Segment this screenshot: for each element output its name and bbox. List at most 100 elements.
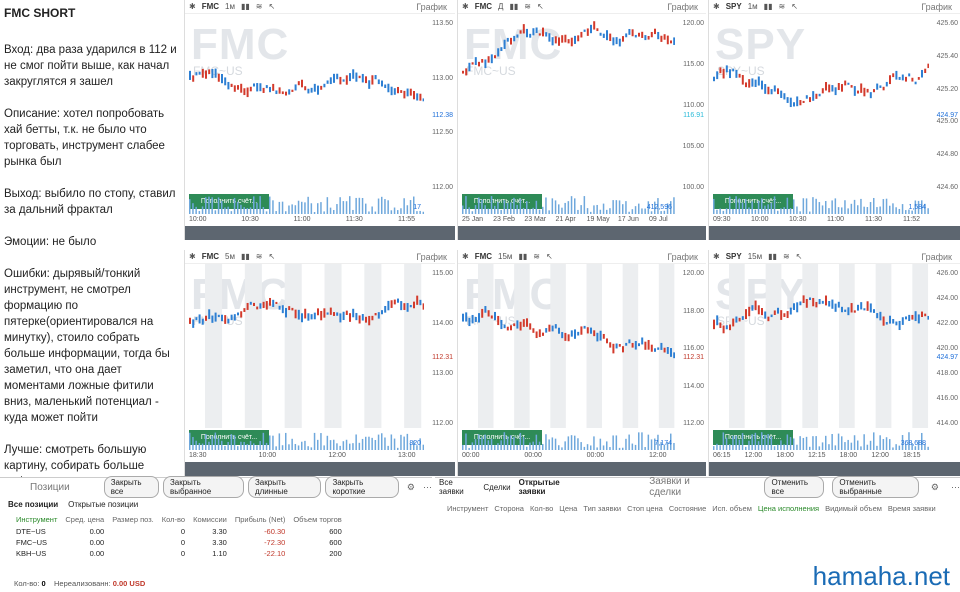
cancel-selected-button[interactable]: Отменить выбранные xyxy=(832,476,919,498)
close-selected-button[interactable]: Закрыть выбранное xyxy=(162,476,244,498)
column-header[interactable]: Цена исполнения xyxy=(758,504,819,513)
table-row[interactable]: DTE~US 0.00 0 3.30 -60.30 600 xyxy=(12,526,346,537)
candle xyxy=(422,303,424,310)
note-emotions: Эмоции: не было xyxy=(4,236,97,248)
volume-bar xyxy=(329,440,332,450)
column-header[interactable]: Сторона xyxy=(494,504,524,513)
indicators-icon[interactable]: ≋ xyxy=(533,252,540,261)
table-row[interactable]: KBH~US 0.00 0 1.10 -22.10 200 xyxy=(12,548,346,559)
volume-bar xyxy=(802,198,805,214)
cursor-icon[interactable]: ↖ xyxy=(537,2,544,11)
gear-icon[interactable]: ✱ xyxy=(713,252,720,261)
indicators-icon[interactable]: ≋ xyxy=(778,2,785,11)
chart-panel[interactable]: ✱ FMC 5м ▮▮ ≋ ↖ График FMC FMC~US 115.00… xyxy=(184,250,455,476)
column-header[interactable]: Цена xyxy=(559,504,577,513)
price-chart[interactable] xyxy=(709,14,929,192)
chart-type-icon[interactable]: ▮▮ xyxy=(241,252,250,261)
settings-icon[interactable]: ⚙ xyxy=(931,482,939,493)
cursor-icon[interactable]: ↖ xyxy=(796,252,803,261)
volume-bar xyxy=(468,447,470,450)
chart-type-icon[interactable]: ▮▮ xyxy=(241,2,250,11)
symbol-selector[interactable]: SPY xyxy=(726,252,742,261)
column-header[interactable]: Видимый объем xyxy=(825,504,882,513)
indicators-icon[interactable]: ≋ xyxy=(256,2,263,11)
candle xyxy=(821,300,824,304)
symbol-selector[interactable]: FMC xyxy=(475,2,492,11)
cursor-icon[interactable]: ↖ xyxy=(546,252,553,261)
column-header[interactable]: Инструмент xyxy=(12,513,61,526)
tab-open-positions[interactable]: Открытые позиции xyxy=(68,500,138,509)
column-header[interactable]: Прибыль (Net) xyxy=(231,513,289,526)
column-header[interactable]: Стоп цена xyxy=(627,504,663,513)
column-header[interactable]: Размер поз. xyxy=(108,513,158,526)
table-row[interactable]: FMC~US 0.00 0 3.30 -72.30 600 xyxy=(12,537,346,548)
indicators-icon[interactable]: ≋ xyxy=(783,252,790,261)
column-header[interactable]: Состояние xyxy=(669,504,706,513)
timeframe-selector[interactable]: 5м xyxy=(225,252,235,261)
price-chart[interactable] xyxy=(185,14,424,192)
timeframe-selector[interactable]: Д xyxy=(498,2,503,11)
cursor-icon[interactable]: ↖ xyxy=(269,252,276,261)
more-icon[interactable]: ⋯ xyxy=(423,482,432,493)
chart-type-icon[interactable]: ▮▮ xyxy=(764,2,773,11)
chart-type-icon[interactable]: ▮▮ xyxy=(518,252,527,261)
chart-panel[interactable]: ✱ FMC 1м ▮▮ ≋ ↖ График FMC FMC~US 113.50… xyxy=(184,0,455,240)
chart-type-icon[interactable]: ▮▮ xyxy=(768,252,777,261)
chart-navigator[interactable] xyxy=(185,462,455,476)
price-chart[interactable] xyxy=(458,264,675,428)
timeframe-selector[interactable]: 1м xyxy=(225,2,235,11)
price-tick: 416.00 xyxy=(936,395,958,402)
column-header[interactable]: Инструмент xyxy=(447,504,488,513)
column-header[interactable]: Объем торгов xyxy=(289,513,345,526)
tab-all-orders[interactable]: Все заявки xyxy=(439,478,475,496)
timeframe-selector[interactable]: 15м xyxy=(748,252,762,261)
close-all-button[interactable]: Закрыть все xyxy=(103,476,159,498)
price-chart[interactable] xyxy=(709,264,929,428)
chart-panel[interactable]: ✱ FMC Д ▮▮ ≋ ↖ График FMC FMC~US 120.00 1… xyxy=(457,0,706,240)
candle xyxy=(863,308,866,311)
symbol-selector[interactable]: SPY xyxy=(726,2,742,11)
column-header[interactable]: Сред. цена xyxy=(61,513,108,526)
chart-navigator[interactable] xyxy=(458,462,706,476)
settings-icon[interactable]: ⚙ xyxy=(407,482,415,493)
column-header[interactable]: Тип заявки xyxy=(583,504,621,513)
price-chart[interactable] xyxy=(185,264,424,428)
tab-all-positions[interactable]: Все позиции xyxy=(8,500,58,509)
more-icon[interactable]: ⋯ xyxy=(951,482,960,493)
column-header[interactable]: Кол-во xyxy=(530,504,553,513)
column-header[interactable]: Комиссии xyxy=(189,513,231,526)
close-short-button[interactable]: Закрыть короткие xyxy=(325,476,399,498)
chart-panel[interactable]: ✱ SPY 1м ▮▮ ≋ ↖ График SPY SPY~US 425.60… xyxy=(708,0,960,240)
symbol-selector[interactable]: FMC xyxy=(202,2,219,11)
cursor-icon[interactable]: ↖ xyxy=(269,2,276,11)
volume-bar xyxy=(490,196,493,214)
cancel-all-button[interactable]: Отменить все xyxy=(764,476,825,498)
indicators-icon[interactable]: ≋ xyxy=(256,252,263,261)
gear-icon[interactable]: ✱ xyxy=(713,2,720,11)
chart-panel[interactable]: ✱ FMC 15м ▮▮ ≋ ↖ График FMC FMC~US 120.0… xyxy=(457,250,706,476)
chart-navigator[interactable] xyxy=(709,226,960,240)
timeframe-selector[interactable]: 1м xyxy=(748,2,758,11)
symbol-selector[interactable]: FMC xyxy=(475,252,492,261)
chart-navigator[interactable] xyxy=(709,462,960,476)
gear-icon[interactable]: ✱ xyxy=(462,2,469,11)
column-header[interactable]: Кол-во xyxy=(158,513,189,526)
chart-panel[interactable]: ✱ SPY 15м ▮▮ ≋ ↖ График SPY SPY~US 426.0… xyxy=(708,250,960,476)
price-chart[interactable] xyxy=(458,14,675,192)
gear-icon[interactable]: ✱ xyxy=(462,252,469,261)
close-long-button[interactable]: Закрыть длинные xyxy=(247,476,322,498)
chart-navigator[interactable] xyxy=(458,226,706,240)
tab-open-orders[interactable]: Открытые заявки xyxy=(519,478,582,496)
time-tick: 12:00 xyxy=(871,452,889,459)
symbol-selector[interactable]: FMC xyxy=(202,252,219,261)
chart-navigator[interactable] xyxy=(185,226,455,240)
timeframe-selector[interactable]: 15м xyxy=(498,252,512,261)
column-header[interactable]: Исп. объем xyxy=(712,504,752,513)
cursor-icon[interactable]: ↖ xyxy=(791,2,798,11)
gear-icon[interactable]: ✱ xyxy=(189,252,196,261)
chart-type-icon[interactable]: ▮▮ xyxy=(509,2,518,11)
tab-trades[interactable]: Сделки xyxy=(483,483,510,492)
gear-icon[interactable]: ✱ xyxy=(189,2,196,11)
column-header[interactable]: Время заявки xyxy=(888,504,936,513)
indicators-icon[interactable]: ≋ xyxy=(524,2,531,11)
